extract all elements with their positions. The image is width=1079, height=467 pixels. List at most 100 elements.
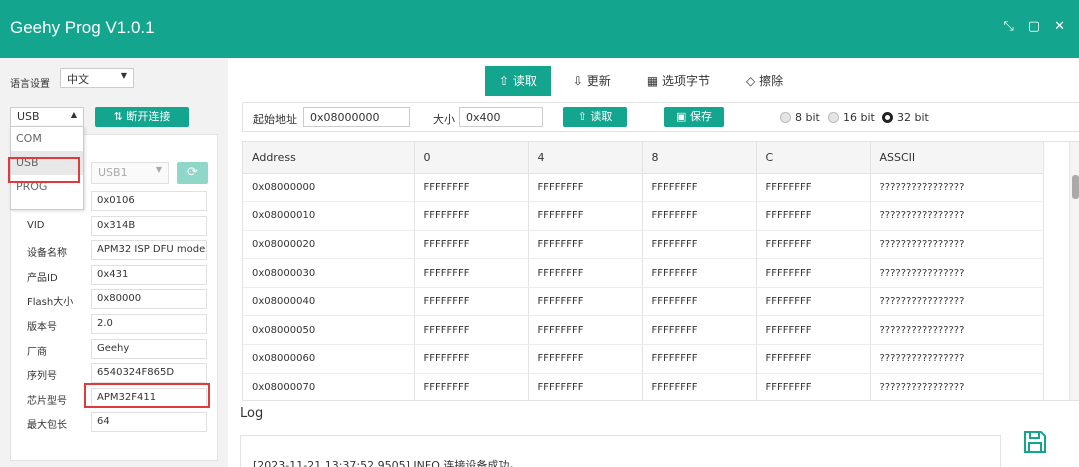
address-cell: 0x08000070 — [243, 373, 415, 400]
caret-up-icon: ▲ — [70, 110, 77, 119]
data-cell: FFFFFFFF — [756, 258, 871, 288]
data-cell: FFFFFFFF — [528, 373, 643, 400]
tab-option-bytes[interactable]: ▦ 选项字节 — [633, 66, 724, 96]
table-row[interactable]: 0x08000020 FFFFFFFF FFFFFFFF FFFFFFFF FFFFFF… — [243, 230, 1044, 260]
prop-label: 设备名称 — [27, 248, 67, 260]
prop-value[interactable]: 6540324F865D — [91, 363, 207, 384]
data-cell: FFFFFFFF — [528, 201, 643, 231]
prop-value[interactable]: 0x80000 — [91, 289, 207, 310]
data-cell: FFFFFFFF — [414, 173, 529, 203]
data-cell: FFFFFFFF — [528, 173, 643, 203]
data-cell: FFFFFFFF — [414, 287, 529, 317]
address-cell: 0x08000030 — [243, 258, 415, 288]
tab-label: 读取 — [512, 74, 537, 88]
log-title: Log — [240, 406, 264, 421]
prop-label: 版本号 — [27, 322, 57, 333]
data-cell: FFFFFFFF — [756, 373, 871, 400]
data-cell: FFFFFFFF — [642, 173, 757, 203]
data-cell: FFFFFFFF — [756, 344, 871, 374]
table-row[interactable]: 0x08000070 FFFFFFFF FFFFFFFF FFFFFFFF FFFFFF… — [243, 373, 1044, 400]
column-header[interactable]: 0 — [414, 142, 529, 174]
language-select[interactable]: 中文 ▼ — [60, 68, 134, 88]
tab-label: 选项字节 — [661, 74, 710, 88]
prop-value[interactable]: APM32 ISP DFU mode — [91, 240, 207, 261]
save-log-icon[interactable] — [1021, 428, 1049, 456]
close-icon[interactable]: ✕ — [1054, 19, 1065, 34]
size-input[interactable]: 0x400 — [459, 107, 543, 127]
column-header[interactable]: 4 — [528, 142, 643, 174]
upload-icon: ⇧ — [577, 110, 587, 123]
scroll-thumb[interactable] — [1072, 175, 1079, 199]
column-header[interactable]: Address — [243, 142, 415, 174]
radio-32bit[interactable]: 32 bit — [882, 111, 929, 124]
tab-label: 更新 — [586, 74, 611, 88]
disconnect-label: 断开连接 — [126, 110, 171, 123]
column-header[interactable]: 8 — [642, 142, 757, 174]
table-row[interactable]: 0x08000010 FFFFFFFF FFFFFFFF FFFFFFFF FFFFFF… — [243, 201, 1044, 231]
data-cell: FFFFFFFF — [642, 287, 757, 317]
dropdown-option-com[interactable]: COM — [11, 127, 83, 151]
data-cell: FFFFFFFF — [528, 287, 643, 317]
main-area: ⇧ 读取 ⇩ 更新 ▦ 选项字节 ◇ 擦除 起始地址 0x08000000 大小… — [228, 58, 1079, 467]
start-address-input[interactable]: 0x08000000 — [303, 107, 410, 127]
language-value: 中文 — [67, 73, 89, 86]
prop-value[interactable]: Geehy — [91, 338, 207, 359]
left-panel: 语言设置 中文 ▼ USB ▲ ⇅ 断开连接 USB1 ▼ ⟳ 0x0106 VI… — [0, 58, 228, 467]
prop-label: 厂商 — [27, 346, 47, 358]
table-row[interactable]: 0x08000030 FFFFFFFF FFFFFFFF FFFFFFFF FFFFFF… — [243, 258, 1044, 288]
radio-8bit[interactable]: 8 bit — [780, 111, 820, 124]
maximize-icon[interactable]: ▢ — [1028, 19, 1040, 34]
prop-value[interactable]: 0x431 — [91, 264, 207, 285]
radio-label: 8 bit — [795, 111, 820, 124]
table-row[interactable]: 0x08000060 FFFFFFFF FFFFFFFF FFFFFFFF FFFFFF… — [243, 344, 1044, 374]
disconnect-button[interactable]: ⇅ 断开连接 — [95, 107, 189, 127]
interface-select[interactable]: USB ▲ — [10, 107, 84, 127]
tab-bar: ⇧ 读取 ⇩ 更新 ▦ 选项字节 ◇ 擦除 — [485, 66, 797, 96]
data-cell: FFFFFFFF — [414, 315, 529, 346]
size-label: 大小 — [433, 113, 455, 126]
device-select[interactable]: USB1 ▼ — [91, 162, 169, 184]
data-cell: FFFFFFFF — [414, 230, 529, 260]
data-cell: FFFFFFFF — [642, 258, 757, 288]
column-header[interactable]: C — [756, 142, 871, 174]
save-icon: ▣ — [676, 110, 687, 123]
data-cell: FFFFFFFF — [414, 344, 529, 374]
prop-label: VID — [27, 219, 45, 231]
data-cell: FFFFFFFF — [528, 344, 643, 374]
table-row[interactable]: 0x08000050 FFFFFFFF FFFFFFFF FFFFFFFF FFFFFF… — [243, 315, 1044, 346]
log-output: [2023-11-21 13:37:52.9505] INFO 连接设备成功。 — [240, 435, 1001, 467]
prop-label: 芯片型号 — [27, 395, 67, 407]
table-scrollbar[interactable] — [1069, 142, 1079, 400]
prop-value[interactable]: 0x314B — [91, 215, 207, 236]
read-button[interactable]: ⇧ 读取 — [563, 107, 627, 127]
prop-value[interactable]: 0x0106 — [91, 191, 207, 211]
prop-label: 最大包长 — [27, 420, 67, 432]
caret-down-icon: ▼ — [155, 165, 162, 174]
tab-update[interactable]: ⇩ 更新 — [559, 66, 625, 96]
prop-label: 产品ID — [27, 272, 58, 284]
read-toolbar: 起始地址 0x08000000 大小 0x400 ⇧ 读取 ▣ 保存 8 bit… — [242, 102, 1079, 132]
data-cell: FFFFFFFF — [642, 344, 757, 374]
tab-erase[interactable]: ◇ 擦除 — [732, 66, 797, 96]
address-cell: 0x08000000 — [243, 173, 415, 203]
refresh-button[interactable]: ⟳ — [177, 162, 208, 184]
app-title: Geehy Prog V1.0.1 — [10, 18, 155, 37]
address-cell: 0x08000060 — [243, 344, 415, 374]
data-cell: ???????????????? — [870, 258, 1044, 288]
language-label: 语言设置 — [10, 79, 50, 90]
address-cell: 0x08000040 — [243, 287, 415, 317]
save-button[interactable]: ▣ 保存 — [664, 107, 724, 127]
tab-label: 擦除 — [759, 74, 784, 88]
chip-model-highlight-box — [84, 383, 210, 408]
data-cell: FFFFFFFF — [756, 230, 871, 260]
table-row[interactable]: 0x08000000 FFFFFFFF FFFFFFFF FFFFFFFF FFFFFF… — [243, 173, 1044, 203]
radio-16bit[interactable]: 16 bit — [828, 111, 875, 124]
prop-value[interactable]: 2.0 — [91, 314, 207, 334]
address-cell: 0x08000020 — [243, 230, 415, 260]
tab-read[interactable]: ⇧ 读取 — [485, 66, 551, 96]
data-cell: ???????????????? — [870, 373, 1044, 400]
prop-value[interactable]: 64 — [91, 412, 207, 433]
column-header[interactable]: ASSCII — [870, 142, 1044, 174]
table-row[interactable]: 0x08000040 FFFFFFFF FFFFFFFF FFFFFFFF FFFFFF… — [243, 287, 1044, 317]
shrink-icon[interactable]: ⤡ — [1003, 19, 1013, 34]
